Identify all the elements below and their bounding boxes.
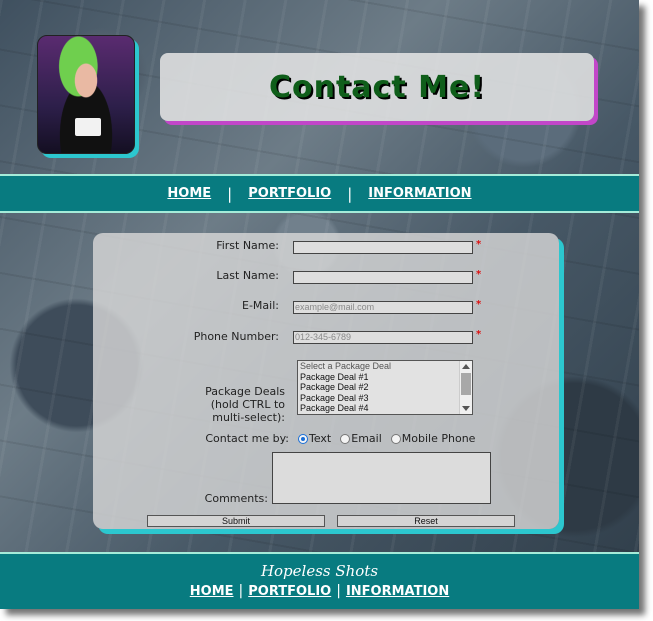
package-option[interactable]: Package Deal #1 (298, 372, 472, 383)
package-deals-label-line: multi-select): (212, 411, 285, 424)
comments-textarea[interactable] (272, 452, 491, 504)
footer-link-home[interactable]: HOME (185, 584, 239, 599)
radio-text[interactable] (298, 433, 308, 444)
scroll-thumb[interactable] (461, 373, 471, 395)
footer-link-portfolio[interactable]: PORTFOLIO (243, 584, 336, 599)
email-label: E-Mail: (242, 299, 279, 312)
shirt-graphic (75, 118, 101, 136)
required-marker: * (476, 299, 482, 310)
email-input[interactable]: example@mail.com (293, 301, 473, 314)
footer-brand: Hopeless Shots (260, 562, 379, 580)
footer: Hopeless Shots HOME | PORTFOLIO | INFORM… (0, 552, 639, 609)
top-nav: HOME | PORTFOLIO | INFORMATION (0, 174, 639, 213)
package-option[interactable]: Package Deal #3 (298, 393, 472, 404)
package-deals-label-line: (hold CTRL to (210, 398, 285, 411)
package-option[interactable]: Package Deal #4 (298, 403, 472, 414)
first-name-input[interactable] (293, 241, 473, 254)
required-marker: * (476, 329, 482, 340)
listbox-scrollbar[interactable] (459, 361, 472, 414)
scroll-up-arrow-icon[interactable] (462, 364, 470, 369)
contact-form: First Name: * Last Name: * E-Mail: examp… (93, 233, 559, 529)
radio-email-label[interactable]: Email (351, 432, 382, 445)
radio-mobile-phone[interactable] (390, 433, 401, 444)
required-marker: * (476, 239, 482, 250)
first-name-label: First Name: (216, 239, 279, 252)
nav-link-portfolio[interactable]: PORTFOLIO (232, 186, 347, 201)
last-name-label: Last Name: (216, 269, 279, 282)
scroll-down-arrow-icon[interactable] (462, 406, 470, 411)
phone-label: Phone Number: (193, 330, 279, 343)
contact-method-label: Contact me by: (205, 432, 289, 445)
footer-nav: HOME | PORTFOLIO | INFORMATION (0, 583, 639, 599)
contact-method-group: Text Email Mobile Phone (298, 432, 484, 445)
submit-button[interactable]: Submit (147, 515, 325, 527)
nav-link-information[interactable]: INFORMATION (352, 186, 487, 201)
package-deals-label-line: Package Deals (205, 385, 285, 398)
radio-text-label[interactable]: Text (309, 432, 331, 445)
package-deals-select[interactable]: Select a Package Deal Package Deal #1 Pa… (297, 360, 473, 415)
last-name-input[interactable] (293, 271, 473, 284)
package-option[interactable]: Package Deal #2 (298, 382, 472, 393)
radio-email[interactable] (340, 433, 351, 444)
reset-button[interactable]: Reset (337, 515, 515, 527)
nav-link-home[interactable]: HOME (151, 186, 227, 201)
page: Contact Me! HOME | PORTFOLIO | INFORMATI… (0, 0, 639, 609)
comments-label: Comments: (204, 492, 268, 505)
footer-link-information[interactable]: INFORMATION (341, 584, 454, 599)
page-title: Contact Me! (268, 69, 486, 105)
profile-photo (37, 35, 135, 154)
package-option[interactable]: Select a Package Deal (298, 361, 472, 372)
title-banner: Contact Me! (160, 53, 594, 121)
radio-mobile-phone-label[interactable]: Mobile Phone (402, 432, 476, 445)
phone-input[interactable]: 012-345-6789 (293, 331, 473, 344)
package-deals-label: Package Deals (hold CTRL to multi-select… (193, 385, 285, 424)
required-marker: * (476, 269, 482, 280)
